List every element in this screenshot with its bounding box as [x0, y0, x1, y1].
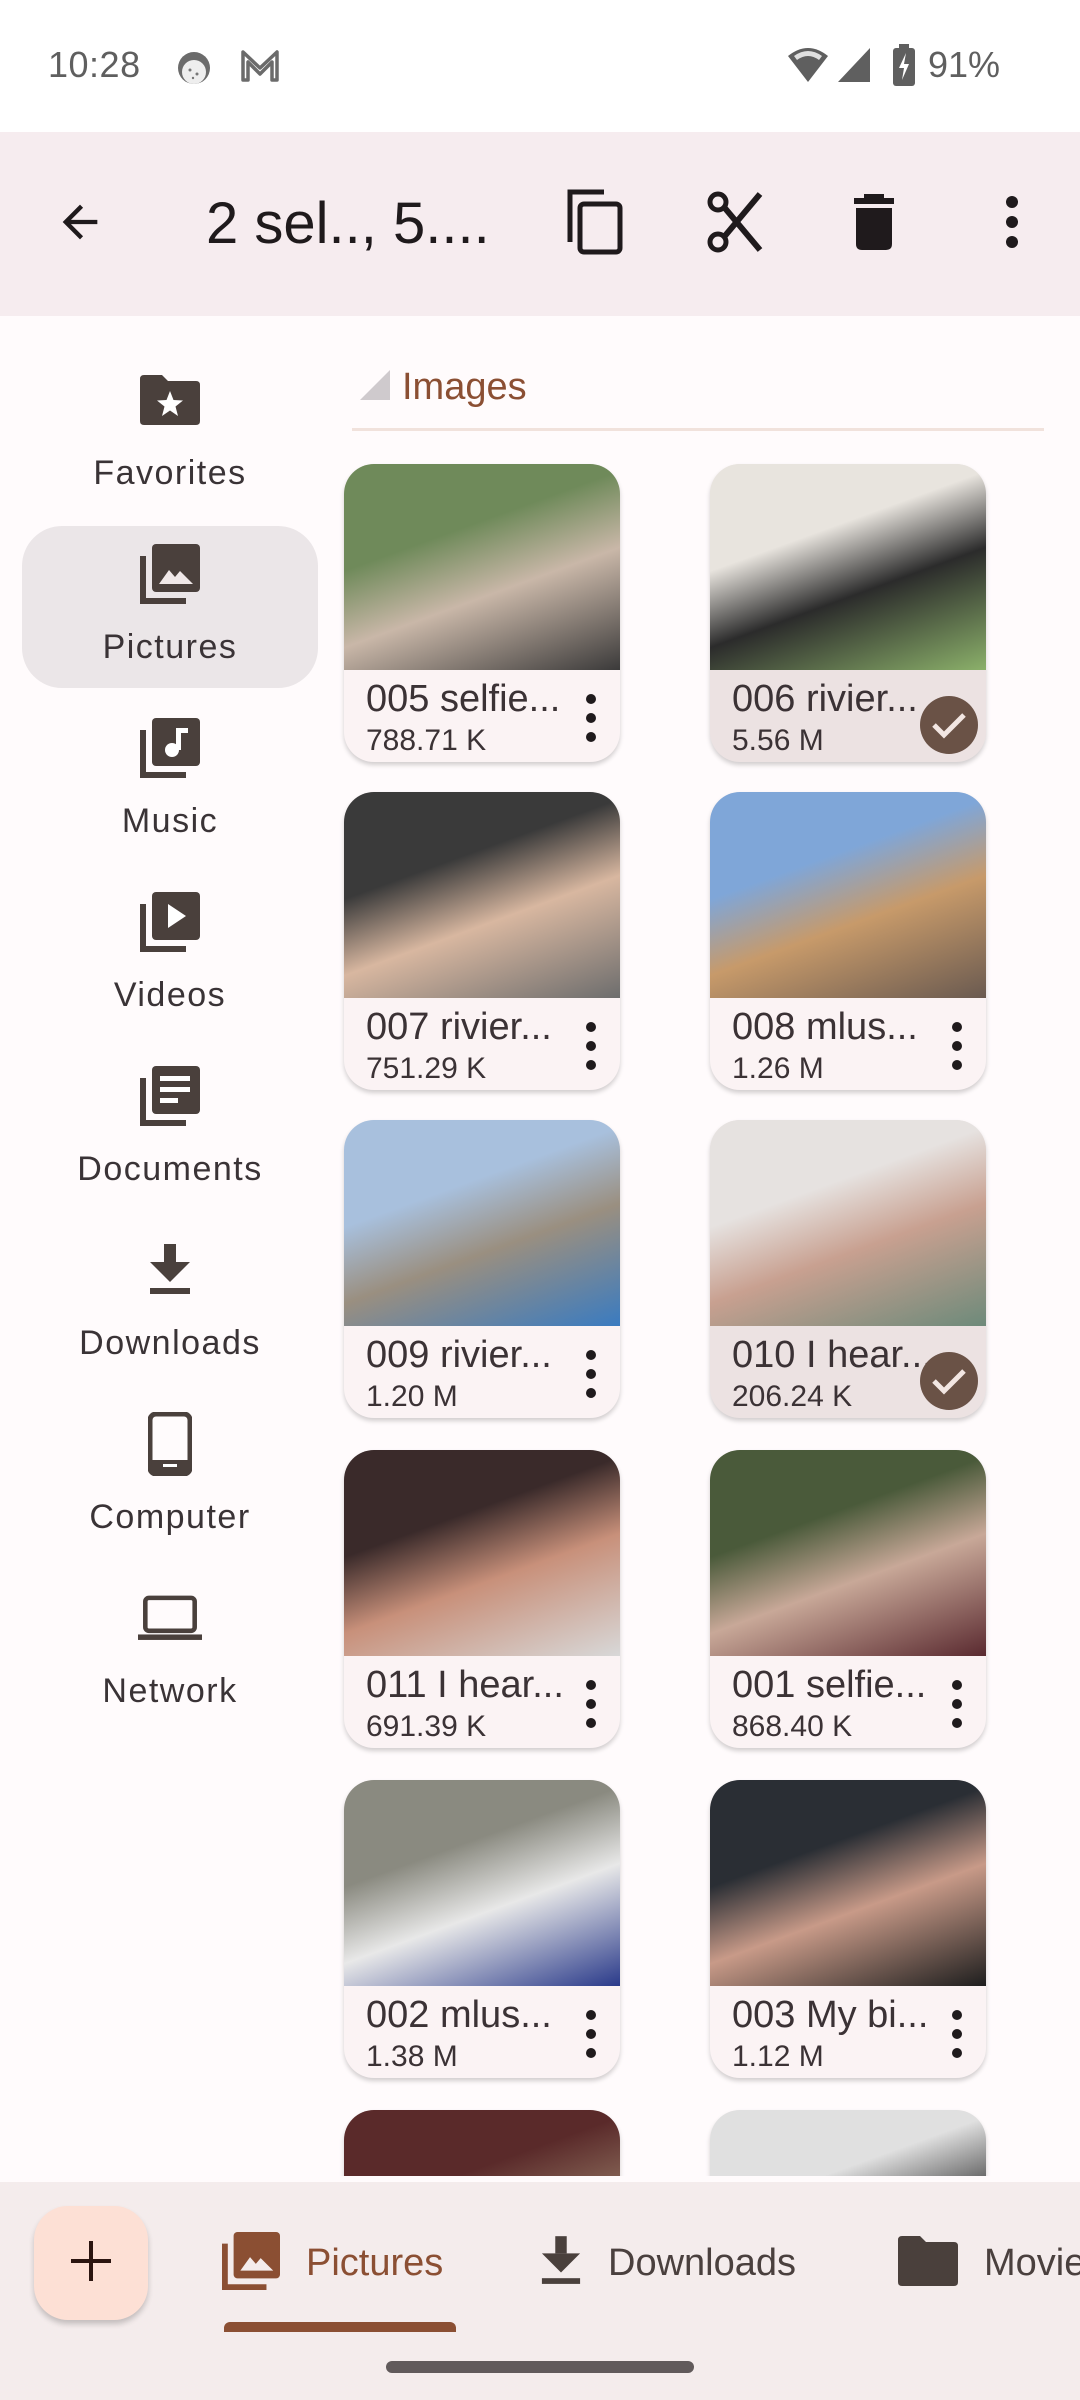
- file-name: 002 mlus...: [366, 1994, 552, 2036]
- file-card[interactable]: 010 I hear... 206.24 K: [710, 1120, 986, 1418]
- file-name: 003 My bi...: [732, 1994, 929, 2036]
- more-vert-dot: [586, 1680, 596, 1690]
- tab-downloads[interactable]: Downloads: [540, 2218, 796, 2308]
- file-thumbnail: [344, 1780, 620, 1986]
- file-thumbnail: [344, 464, 620, 670]
- file-thumbnail: [344, 2110, 620, 2176]
- more-vert-dot: [952, 2029, 962, 2039]
- photo-library-icon: [222, 2231, 280, 2295]
- file-name: 008 mlus...: [732, 1006, 918, 1048]
- more-vert-dot: [952, 1041, 962, 1051]
- file-name: 005 selfie...: [366, 678, 561, 720]
- more-vert-dot: [586, 1060, 596, 1070]
- more-vert-dot: [586, 1388, 596, 1398]
- file-thumbnail: [710, 1780, 986, 1986]
- more-vert-dot: [952, 2010, 962, 2020]
- file-more-button[interactable]: [576, 2004, 606, 2064]
- tab-movies[interactable]: Movies: [898, 2218, 1080, 2308]
- file-size: 5.56 M: [732, 724, 824, 757]
- more-vert-dot: [952, 1022, 962, 1032]
- file-name: 006 rivier...: [732, 678, 918, 720]
- more-vert-dot: [586, 1699, 596, 1709]
- more-vert-dot: [952, 1699, 962, 1709]
- more-vert-dot: [586, 2048, 596, 2058]
- more-vert-dot: [586, 1718, 596, 1728]
- add-icon: [69, 2239, 113, 2288]
- more-vert-dot: [586, 2010, 596, 2020]
- selected-check-icon[interactable]: [920, 1352, 978, 1410]
- file-card[interactable]: 002 mlus... 1.38 M: [344, 1780, 620, 2078]
- download-icon: [540, 2235, 582, 2291]
- file-more-button[interactable]: [576, 1016, 606, 1076]
- file-card[interactable]: 007 rivier... 751.29 K: [344, 792, 620, 1090]
- folder-icon: [898, 2235, 958, 2291]
- file-size: 1.38 M: [366, 2040, 458, 2073]
- more-vert-dot: [952, 1718, 962, 1728]
- file-thumbnail: [710, 792, 986, 998]
- file-card[interactable]: 011 I hear... 691.39 K: [344, 1450, 620, 1748]
- file-card[interactable]: 005 selfie... 788.71 K: [344, 464, 620, 762]
- file-card[interactable]: 006 rivier... 5.56 M: [710, 464, 986, 762]
- file-more-button[interactable]: [576, 1344, 606, 1404]
- file-name: 011 I hear...: [366, 1664, 564, 1706]
- file-thumbnail: [710, 1450, 986, 1656]
- file-size: 691.39 K: [366, 1710, 487, 1743]
- more-vert-dot: [586, 1041, 596, 1051]
- more-vert-dot: [586, 713, 596, 723]
- file-name: 001 selfie...: [732, 1664, 927, 1706]
- file-size: 868.40 K: [732, 1710, 853, 1743]
- file-card[interactable]: 008 mlus... 1.26 M: [710, 792, 986, 1090]
- file-card[interactable]: [344, 2110, 620, 2176]
- more-vert-dot: [952, 1060, 962, 1070]
- tab-label: Movies: [984, 2241, 1080, 2284]
- active-tab-indicator: [224, 2322, 456, 2332]
- more-vert-dot: [586, 2029, 596, 2039]
- file-more-button[interactable]: [942, 2004, 972, 2064]
- more-vert-dot: [952, 1680, 962, 1690]
- file-size: 1.26 M: [732, 1052, 824, 1085]
- more-vert-dot: [586, 1350, 596, 1360]
- add-button[interactable]: [34, 2206, 148, 2320]
- file-more-button[interactable]: [576, 1674, 606, 1734]
- home-gesture-bar[interactable]: [386, 2361, 694, 2373]
- file-size: 788.71 K: [366, 724, 487, 757]
- file-name: 010 I hear...: [732, 1334, 933, 1376]
- file-more-button[interactable]: [942, 1016, 972, 1076]
- more-vert-dot: [586, 1369, 596, 1379]
- more-vert-dot: [586, 732, 596, 742]
- file-more-button[interactable]: [576, 688, 606, 748]
- file-size: 1.12 M: [732, 2040, 824, 2073]
- file-size: 1.20 M: [366, 1380, 458, 1413]
- file-thumbnail: [710, 464, 986, 670]
- file-size: 206.24 K: [732, 1380, 853, 1413]
- more-vert-dot: [586, 1022, 596, 1032]
- file-size: 751.29 K: [366, 1052, 487, 1085]
- file-thumbnail: [344, 792, 620, 998]
- file-thumbnail: [710, 1120, 986, 1326]
- file-name: 007 rivier...: [366, 1006, 552, 1048]
- tab-pictures[interactable]: Pictures: [222, 2218, 443, 2308]
- file-name: 009 rivier...: [366, 1334, 552, 1376]
- file-more-button[interactable]: [942, 1674, 972, 1734]
- tab-label: Downloads: [608, 2241, 796, 2284]
- more-vert-dot: [586, 694, 596, 704]
- tab-label: Pictures: [306, 2241, 444, 2284]
- file-card[interactable]: 009 rivier... 1.20 M: [344, 1120, 620, 1418]
- file-card[interactable]: 003 My bi... 1.12 M: [710, 1780, 986, 2078]
- file-card[interactable]: [710, 2110, 986, 2176]
- file-thumbnail: [344, 1120, 620, 1326]
- file-grid: 005 selfie... 788.71 K 006 rivier... 5.56 M…: [0, 0, 1080, 2176]
- more-vert-dot: [952, 2048, 962, 2058]
- file-thumbnail: [710, 2110, 986, 2176]
- selected-check-icon[interactable]: [920, 696, 978, 754]
- file-thumbnail: [344, 1450, 620, 1656]
- file-card[interactable]: 001 selfie... 868.40 K: [710, 1450, 986, 1748]
